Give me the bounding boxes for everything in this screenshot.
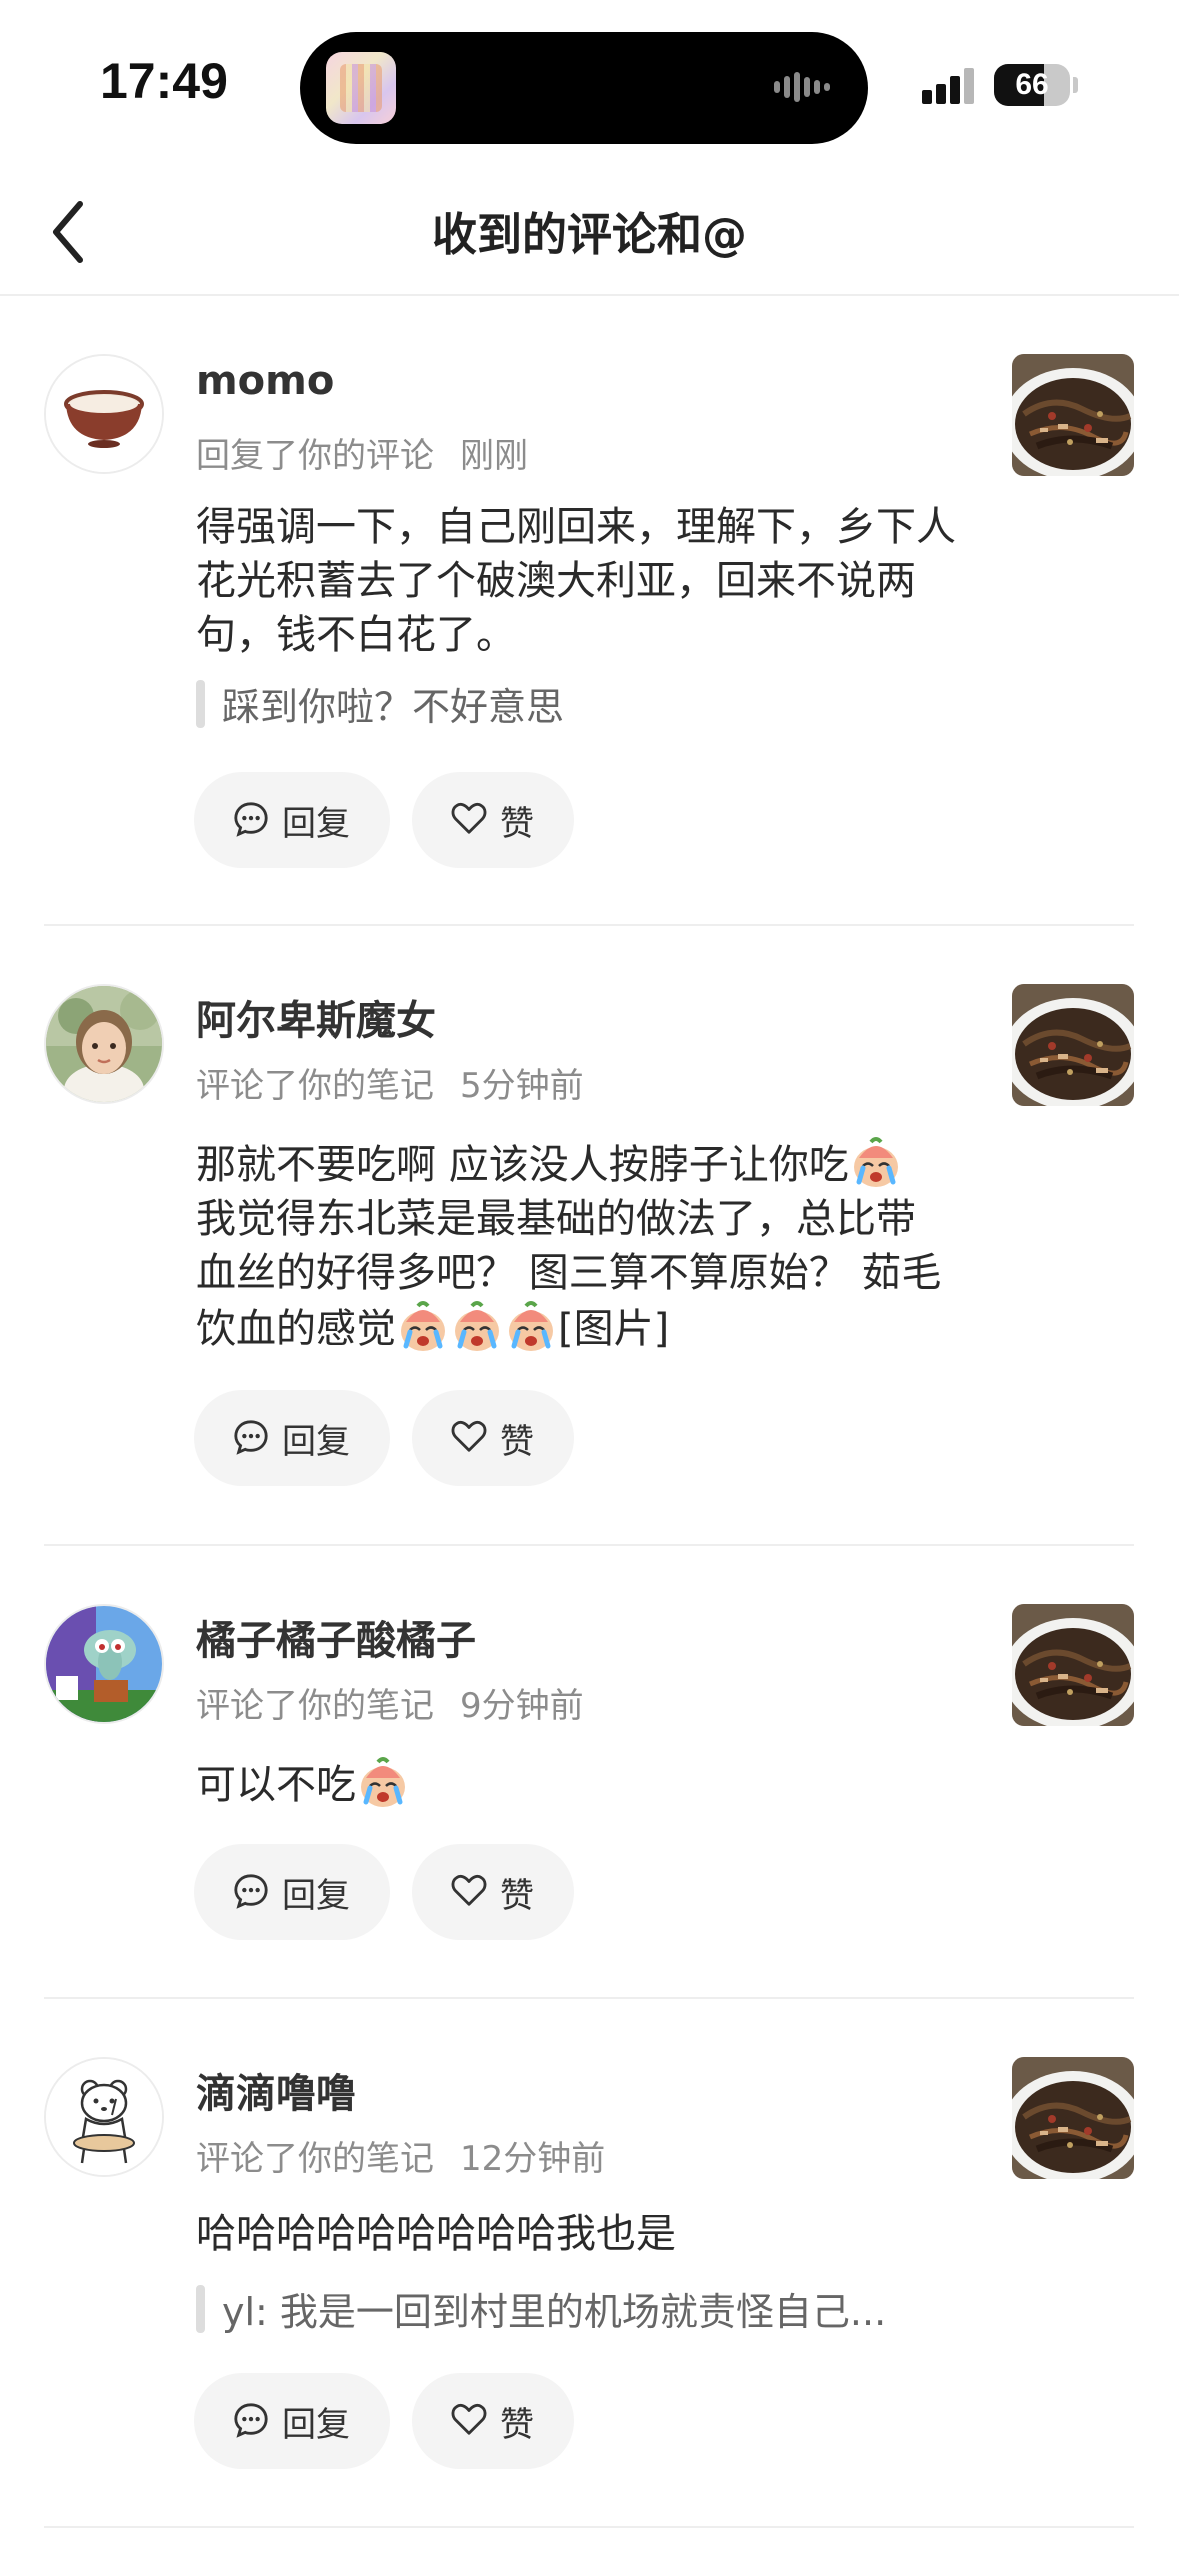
reply-button[interactable]: 回复 (194, 772, 390, 868)
speech-bubble-icon (232, 1872, 270, 1910)
speech-bubble-icon (232, 1418, 270, 1456)
comment-action: 评论了你的笔记 (196, 1686, 434, 1726)
food-dish-image (1012, 1604, 1134, 1726)
comment-action: 评论了你的笔记 (196, 2139, 434, 2179)
heart-icon (450, 2401, 488, 2439)
commenter-name[interactable]: momo (196, 358, 334, 404)
comment-content[interactable]: 哈哈哈哈哈哈哈哈哈我也是 (196, 2207, 986, 2261)
crying-emoji-icon (450, 1300, 504, 1354)
comment-action: 评论了你的笔记 (196, 1066, 434, 1106)
comment-action: 回复了你的评论 (196, 436, 434, 476)
reply-label: 回复 (282, 1876, 350, 1916)
note-thumbnail[interactable] (1012, 1604, 1134, 1726)
comment-meta: 评论了你的笔记 12分钟前 (196, 2131, 605, 2180)
commenter-name[interactable]: 滴滴噜噜 (196, 2061, 356, 2119)
comment-item[interactable]: 阿尔卑斯魔女 评论了你的笔记 5分钟前 那就不要吃啊 应该没人按脖子让你吃 我觉得… (0, 926, 1179, 1546)
heart-icon (450, 1872, 488, 1910)
comment-content[interactable]: 得强调一下，自己刚回来，理解下，乡下人花光积蓄去了个破澳大利亚，回来不说两句，钱… (196, 500, 986, 662)
comment-line-2: 我觉得东北菜是最基础的做法了，总比带 (196, 1196, 916, 1242)
speech-bubble-icon (232, 2401, 270, 2439)
reply-label: 回复 (282, 1422, 350, 1462)
crying-emoji-icon (849, 1136, 903, 1190)
heart-icon (450, 800, 488, 838)
food-dish-image (1012, 984, 1134, 1106)
status-time: 17:49 (100, 53, 228, 109)
battery-cap (1073, 77, 1078, 93)
crying-emoji-icon (504, 1300, 558, 1354)
reply-label: 回复 (282, 2405, 350, 2445)
page-title: 收到的评论和@ (431, 208, 747, 261)
image-tag[interactable]: [图片] (558, 1306, 669, 1352)
battery-percent: 66 (1015, 68, 1049, 101)
like-button[interactable]: 赞 (412, 772, 574, 868)
comment-line-1: 那就不要吃啊 应该没人按脖子让你吃 (196, 1142, 849, 1188)
avatar[interactable] (44, 354, 164, 474)
crying-emoji-icon (396, 1300, 450, 1354)
comment-content[interactable]: 可以不吃 (196, 1756, 986, 1812)
quoted-comment[interactable]: 踩到你啦？不好意思 (196, 676, 564, 731)
avatar[interactable] (44, 1604, 164, 1724)
avatar[interactable] (44, 984, 164, 1104)
like-label: 赞 (500, 2405, 534, 2445)
like-label: 赞 (500, 1422, 534, 1462)
bear-sketch-avatar (46, 2059, 162, 2175)
commenter-name[interactable]: 阿尔卑斯魔女 (196, 988, 436, 1046)
comment-time: 刚刚 (460, 436, 528, 476)
comment-item[interactable]: momo 回复了你的评论 刚刚 得强调一下，自己刚回来，理解下，乡下人花光积蓄去了… (0, 296, 1179, 926)
speech-bubble-icon (232, 800, 270, 838)
note-thumbnail[interactable] (1012, 354, 1134, 476)
reply-button[interactable]: 回复 (194, 2373, 390, 2469)
comment-meta: 回复了你的评论 刚刚 (196, 428, 528, 477)
heart-icon (450, 1418, 488, 1456)
food-dish-image (1012, 2057, 1134, 2179)
like-button[interactable]: 赞 (412, 1390, 574, 1486)
comment-meta: 评论了你的笔记 9分钟前 (196, 1678, 584, 1727)
cellular-signal-icon (922, 66, 980, 104)
comment-time: 5分钟前 (460, 1066, 584, 1106)
dynamic-island[interactable] (300, 32, 868, 144)
comment-line-4: 饮血的感觉 (196, 1306, 396, 1352)
note-thumbnail[interactable] (1012, 984, 1134, 1106)
divider (44, 2526, 1134, 2528)
like-button[interactable]: 赞 (412, 1844, 574, 1940)
comment-text: 可以不吃 (196, 1762, 356, 1808)
bowl-avatar-icon (46, 356, 162, 472)
commenter-name[interactable]: 橘子橘子酸橘子 (196, 1608, 476, 1666)
comment-time: 9分钟前 (460, 1686, 584, 1726)
comment-meta: 评论了你的笔记 5分钟前 (196, 1058, 584, 1107)
comment-item[interactable]: 滴滴噜噜 评论了你的笔记 12分钟前 哈哈哈哈哈哈哈哈哈我也是 yl: 我是一回到… (0, 1999, 1179, 2529)
like-label: 赞 (500, 804, 534, 844)
comment-time: 12分钟前 (460, 2139, 606, 2179)
battery-icon: 66 (994, 64, 1070, 106)
note-thumbnail[interactable] (1012, 2057, 1134, 2179)
like-label: 赞 (500, 1876, 534, 1916)
crying-emoji-icon (356, 1756, 410, 1810)
avatar[interactable] (44, 2057, 164, 2177)
cartoon-avatar (46, 1606, 162, 1722)
comment-line-3: 血丝的好得多吧？ 图三算不算原始？ 茹毛 (196, 1250, 942, 1296)
comment-line: 饮血的感觉 [图片] (196, 1300, 986, 1356)
food-dish-image (1012, 354, 1134, 476)
now-playing-thumbnail (326, 52, 396, 124)
reply-label: 回复 (282, 804, 350, 844)
comment-line: 那就不要吃啊 应该没人按脖子让你吃 (196, 1136, 986, 1192)
status-bar: 17:49 66 (0, 0, 1179, 170)
reply-button[interactable]: 回复 (194, 1390, 390, 1486)
reply-button[interactable]: 回复 (194, 1844, 390, 1940)
comment-content[interactable]: 那就不要吃啊 应该没人按脖子让你吃 我觉得东北菜是最基础的做法了，总比带 血丝的… (196, 1136, 986, 1356)
like-button[interactable]: 赞 (412, 2373, 574, 2469)
audio-waveform-icon (774, 72, 838, 104)
comment-item[interactable]: 橘子橘子酸橘子 评论了你的笔记 9分钟前 可以不吃 回复 赞 (0, 1546, 1179, 1996)
quoted-comment[interactable]: yl: 我是一回到村里的机场就责怪自己... (196, 2281, 886, 2336)
nav-header: 收到的评论和@ (0, 170, 1179, 296)
child-photo-avatar (46, 986, 162, 1102)
